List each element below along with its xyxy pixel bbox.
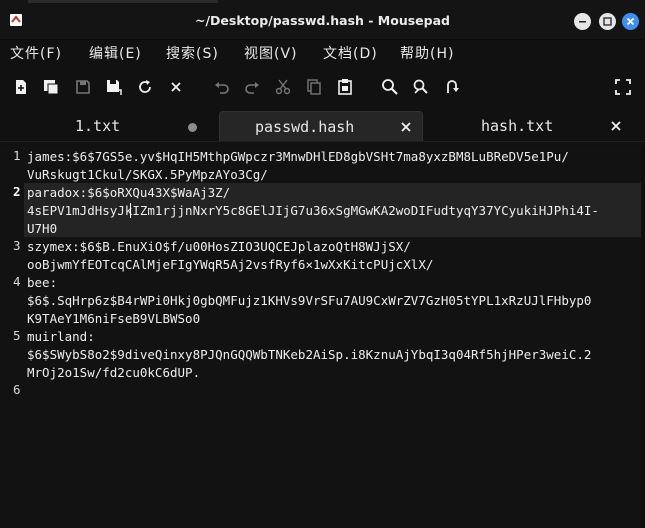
paste-button[interactable] bbox=[335, 77, 355, 97]
code-line: szymex:$6$B.EnuXiO$f/u00HosZIO3UQCEJplaz… bbox=[27, 239, 411, 254]
undo-button[interactable] bbox=[212, 77, 232, 97]
tab-close-icon[interactable] bbox=[610, 120, 622, 132]
new-window-icon bbox=[44, 80, 59, 95]
tab-passwd-hash[interactable]: passwd.hash bbox=[219, 111, 423, 141]
line-number-gutter: 1 2 3 4 5 6 bbox=[0, 146, 24, 528]
tab-label: hash.txt bbox=[481, 117, 554, 135]
line-number: 1 bbox=[13, 148, 21, 163]
modified-indicator-icon bbox=[188, 123, 197, 132]
tab-label: passwd.hash bbox=[255, 118, 355, 136]
code-line: bee: bbox=[27, 275, 58, 290]
save-icon bbox=[76, 80, 90, 94]
search-button[interactable] bbox=[380, 77, 400, 97]
text-cursor bbox=[130, 203, 131, 218]
redo-button[interactable] bbox=[242, 77, 262, 97]
cut-button[interactable] bbox=[273, 77, 293, 97]
code-line: paradox:$6$oRXQu43X$WaAj3Z/ bbox=[27, 185, 231, 200]
vertical-scrollbar[interactable] bbox=[641, 146, 645, 528]
save-as-button[interactable] bbox=[104, 77, 124, 97]
close-document-button[interactable] bbox=[166, 77, 186, 97]
minimize-button[interactable] bbox=[574, 13, 591, 30]
new-document-icon bbox=[16, 80, 26, 94]
tab-close-icon[interactable] bbox=[400, 121, 412, 133]
go-to-icon bbox=[447, 80, 459, 93]
menu-file[interactable]: 文件(F) bbox=[10, 43, 62, 63]
tab-hash-txt[interactable]: hash.txt bbox=[430, 111, 635, 141]
go-to-line-button[interactable] bbox=[442, 77, 462, 97]
menu-view[interactable]: 视图(V) bbox=[244, 43, 298, 63]
new-window-button[interactable] bbox=[41, 77, 61, 97]
code-line: K9TAeY1M6niFseB9VLBWSo0 bbox=[27, 311, 201, 326]
code-line: 4sEPV1mJdHsyJkIZm1rjjnNxrY5c8GElJIjG7u36… bbox=[27, 203, 599, 218]
line-number: 4 bbox=[13, 274, 21, 289]
menu-document[interactable]: 文档(D) bbox=[323, 43, 378, 63]
new-document-button[interactable] bbox=[11, 77, 31, 97]
menu-bar: 文件(F) 编辑(E) 搜索(S) 视图(V) 文档(D) 帮助(H) bbox=[0, 40, 645, 66]
toolbar bbox=[0, 70, 645, 104]
fullscreen-button[interactable] bbox=[613, 77, 633, 97]
copy-icon bbox=[307, 79, 321, 95]
maximize-button[interactable] bbox=[599, 13, 616, 30]
menu-search[interactable]: 搜索(S) bbox=[166, 43, 219, 63]
redo-icon bbox=[245, 82, 259, 94]
save-button[interactable] bbox=[73, 77, 93, 97]
line-number: 5 bbox=[13, 328, 21, 343]
paste-icon bbox=[338, 79, 352, 95]
find-replace-button[interactable] bbox=[411, 77, 431, 97]
code-line: muirland: bbox=[27, 329, 95, 344]
tab-label: 1.txt bbox=[75, 117, 121, 135]
fullscreen-icon bbox=[615, 79, 631, 95]
save-as-icon bbox=[107, 80, 122, 95]
tab-1-txt[interactable]: 1.txt bbox=[8, 111, 213, 141]
minimize-icon bbox=[579, 21, 586, 23]
code-line: james:$6$7GS5e.yv$HqIH5MthpGWpczr3MnwDHl… bbox=[27, 149, 569, 164]
cut-icon bbox=[275, 79, 291, 95]
copy-button[interactable] bbox=[304, 77, 324, 97]
menu-help[interactable]: 帮助(H) bbox=[400, 43, 454, 63]
line-number-current: 2 bbox=[13, 184, 21, 199]
window-title: ~/Desktop/passwd.hash - Mousepad bbox=[195, 13, 450, 28]
code-line: U7H0 bbox=[27, 221, 58, 236]
code-line: $6$.SqHrp6z$B4rWPi0Hkj0gbQMFujz1KHVs9VrS… bbox=[27, 293, 592, 308]
close-document-icon bbox=[171, 82, 181, 92]
line-number: 3 bbox=[13, 238, 21, 253]
tab-bar: 1.txt passwd.hash hash.txt bbox=[0, 108, 645, 142]
search-icon bbox=[382, 79, 398, 95]
line-number: 6 bbox=[13, 382, 21, 397]
code-line: VuRskugt1Ckul/SKGX.5PyMpzAYo3Cg/ bbox=[27, 167, 268, 182]
mousepad-window: ~/Desktop/passwd.hash - Mousepad 文件(F) 编… bbox=[0, 0, 645, 528]
code-line: MrOj2o1Sw/fd2cu0kC6dUP. bbox=[27, 365, 201, 380]
menu-edit[interactable]: 编辑(E) bbox=[89, 43, 142, 63]
text-editor[interactable]: 1 2 3 4 5 6 james:$6$7GS5e.yv$HqIH5MthpG… bbox=[0, 146, 645, 528]
reload-icon bbox=[139, 80, 151, 93]
close-icon bbox=[626, 17, 635, 26]
find-replace-icon bbox=[413, 79, 428, 94]
undo-icon bbox=[215, 82, 229, 94]
code-line: ooBjwmYfEOTcqCAlMjeFIgYWqR5Aj2vsfRyf6×1w… bbox=[27, 257, 434, 272]
title-bar-strip bbox=[28, 0, 218, 3]
code-line: $6$SWybS8o2$9diveQinxy8PJQnGQQWbTNKeb2Ai… bbox=[27, 347, 592, 362]
title-bar[interactable]: ~/Desktop/passwd.hash - Mousepad bbox=[0, 0, 645, 40]
reload-button[interactable] bbox=[135, 77, 155, 97]
close-window-button[interactable] bbox=[622, 13, 639, 30]
maximize-icon bbox=[603, 17, 612, 26]
